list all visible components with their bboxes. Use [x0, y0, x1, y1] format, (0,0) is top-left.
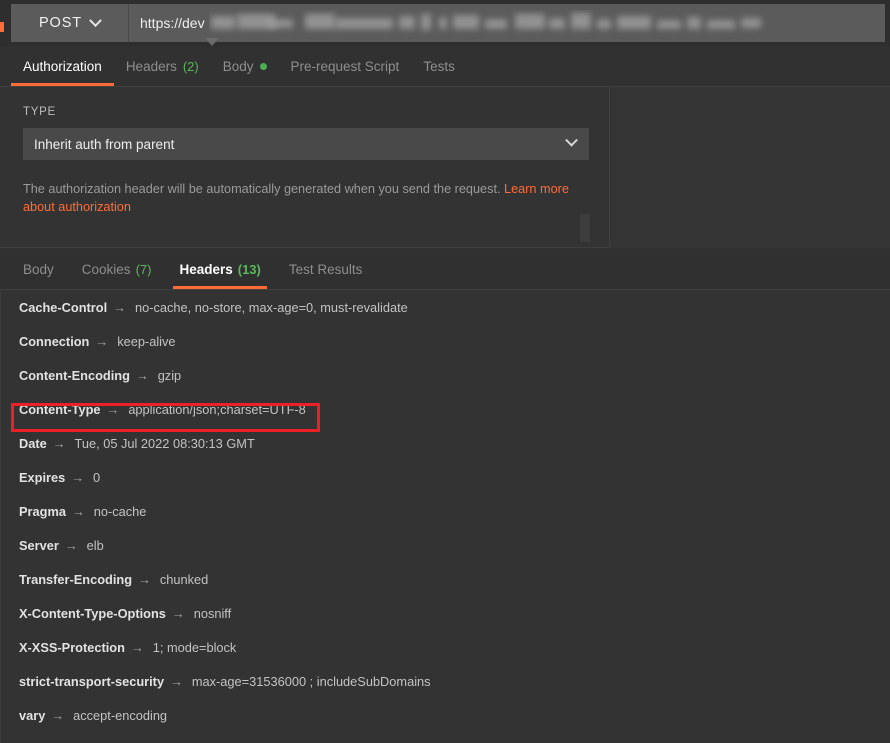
response-header-key: X-Content-Type-Options: [19, 605, 166, 621]
response-header-value: Tue, 05 Jul 2022 08:30:13 GMT: [74, 435, 255, 451]
auth-help-text-body: The authorization header will be automat…: [23, 182, 505, 196]
tab-request-headers-label: Headers: [125, 58, 177, 74]
arrow-icon: →: [135, 367, 149, 383]
response-header-row: Content-Type → application/json;charset=UT…: [1, 392, 890, 426]
response-header-key: Content-Encoding: [19, 367, 130, 383]
arrow-icon: →: [130, 639, 144, 655]
request-url-visible-text: https://dev: [140, 15, 205, 31]
response-header-value: 0: [93, 469, 101, 485]
tab-response-headers-label: Headers: [179, 261, 233, 277]
arrow-icon: →: [71, 503, 85, 519]
response-header-row: X-XSS-Protection → 1; mode=block: [1, 630, 890, 664]
tab-response-cookies-label: Cookies: [81, 261, 131, 277]
tab-response-headers-count: (13): [237, 261, 261, 277]
response-header-value: elb: [86, 537, 104, 553]
response-header-row: Server → elb: [1, 528, 890, 562]
response-header-row: Content-Encoding → gzip: [1, 358, 890, 392]
chevron-down-icon: [565, 133, 578, 147]
response-header-value: application/json;charset=UTF-8: [128, 401, 306, 417]
response-header-row: Transfer-Encoding → chunked: [1, 562, 890, 596]
arrow-icon: →: [113, 299, 126, 315]
tab-request-headers-count: (2): [182, 58, 199, 74]
auth-type-select[interactable]: Inherit auth from parent: [23, 128, 589, 160]
request-url-bar: POST https://dev: [0, 0, 890, 46]
response-header-key: Pragma: [19, 503, 66, 519]
response-header-key: strict-transport-security: [19, 673, 165, 689]
tab-response-body[interactable]: Body: [9, 249, 68, 289]
url-cursor-marker: [205, 38, 219, 46]
tab-pre-request-script-label: Pre-request Script: [290, 58, 400, 74]
tab-response-cookies-count: (7): [135, 261, 152, 277]
auth-type-label: TYPE: [23, 106, 56, 118]
tab-authorization-label: Authorization: [23, 58, 102, 74]
response-header-row: Pragma → no-cache: [1, 494, 890, 528]
response-tab-bar: Body Cookies (7) Headers (13) Test Resul…: [0, 249, 890, 290]
response-header-key: Expires: [19, 469, 66, 485]
auth-help-text: The authorization header will be automat…: [23, 180, 583, 216]
arrow-icon: →: [106, 401, 120, 417]
tab-response-headers[interactable]: Headers (13): [165, 249, 274, 289]
tab-tests[interactable]: Tests: [411, 46, 467, 86]
response-header-value: accept-encoding: [73, 707, 168, 723]
tab-body[interactable]: Body: [211, 46, 279, 86]
response-header-row: Expires → 0: [1, 460, 890, 494]
tab-response-cookies[interactable]: Cookies (7): [68, 249, 166, 289]
tab-tests-label: Tests: [423, 58, 455, 74]
tab-test-results[interactable]: Test Results: [275, 249, 377, 289]
response-header-key: vary: [19, 707, 46, 723]
response-header-row: Connection → keep-alive: [1, 324, 890, 358]
arrow-icon: →: [95, 333, 109, 349]
response-header-row: Cache-Control → no-cache, no-store, max-ag…: [1, 290, 890, 324]
request-tab-bar: Authorization Headers (2) Body Pre-reque…: [0, 46, 890, 87]
response-header-value: chunked: [159, 571, 209, 587]
arrow-icon: →: [51, 707, 65, 723]
response-header-value: no-cache: [93, 503, 147, 519]
response-header-key: Cache-Control: [19, 299, 108, 315]
response-header-key: Date: [19, 435, 47, 451]
request-url-input[interactable]: https://dev: [129, 4, 885, 42]
green-dot-icon: [259, 62, 267, 70]
request-url-redacted-region: [209, 10, 885, 36]
tab-pre-request-script[interactable]: Pre-request Script: [279, 46, 412, 86]
http-method-label: POST: [38, 15, 83, 31]
arrow-icon: →: [138, 571, 151, 587]
authorization-side-panel: [611, 87, 890, 248]
tab-test-results-label: Test Results: [288, 261, 363, 277]
response-header-value: keep-alive: [117, 333, 176, 349]
response-header-key: Server: [19, 537, 59, 553]
response-header-row: Date → Tue, 05 Jul 2022 08:30:13 GMT: [1, 426, 890, 460]
unsaved-indicator: [0, 22, 4, 32]
tab-request-headers[interactable]: Headers (2): [114, 46, 211, 86]
response-header-key: Transfer-Encoding: [19, 571, 133, 587]
response-header-value: max-age=31536000 ; includeSubDomains: [191, 673, 431, 689]
authorization-settings: TYPE Inherit auth from parent The author…: [0, 87, 610, 248]
auth-type-selected-value: Inherit auth from parent: [34, 136, 175, 152]
response-header-key: Connection: [19, 333, 90, 349]
response-header-key: Content-Type: [19, 401, 101, 417]
arrow-icon: →: [171, 605, 185, 621]
response-header-row: strict-transport-security → max-age=315360…: [1, 664, 890, 698]
response-header-value: nosniff: [193, 605, 232, 621]
authorization-panel: TYPE Inherit auth from parent The author…: [0, 87, 890, 248]
tab-body-label: Body: [222, 58, 254, 74]
response-header-key: X-XSS-Protection: [19, 639, 125, 655]
tab-authorization[interactable]: Authorization: [11, 46, 114, 86]
arrow-icon: →: [170, 673, 183, 689]
chevron-down-icon: [89, 13, 102, 27]
response-header-value: no-cache, no-store, max-age=0, must-reva…: [134, 299, 408, 315]
arrow-icon: →: [52, 435, 66, 451]
response-header-value: gzip: [157, 367, 182, 383]
postman-window: POST https://dev Authorization Headers (…: [0, 0, 890, 743]
http-method-selector[interactable]: POST: [11, 4, 129, 42]
response-headers-list: Cache-Control → no-cache, no-store, max-ag…: [0, 290, 890, 743]
tab-response-body-label: Body: [23, 261, 54, 277]
arrow-icon: →: [64, 537, 78, 553]
panel-collapse-handle[interactable]: [580, 214, 590, 242]
response-header-row: vary → accept-encoding: [1, 698, 890, 732]
response-header-row: X-Content-Type-Options → nosniff: [1, 596, 890, 630]
response-header-value: 1; mode=block: [152, 639, 237, 655]
arrow-icon: →: [71, 469, 85, 485]
